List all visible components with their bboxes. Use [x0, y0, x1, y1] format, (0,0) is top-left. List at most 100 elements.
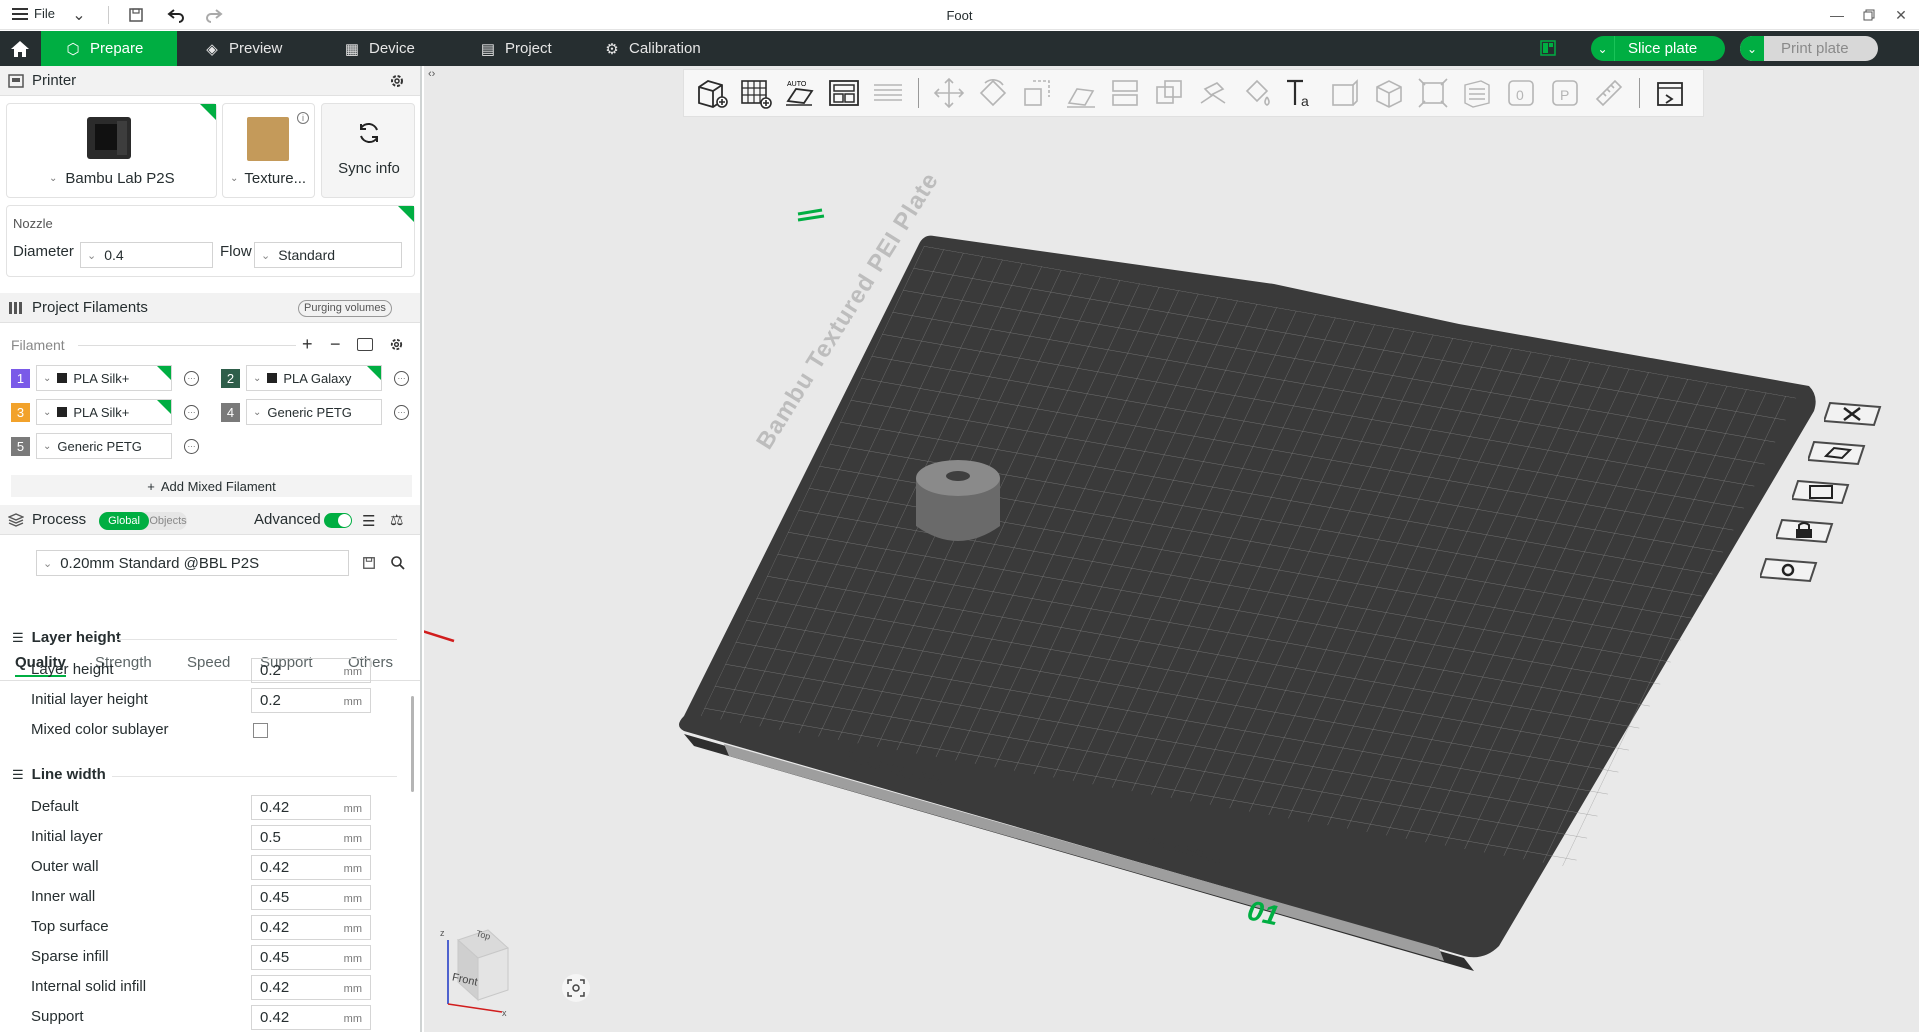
restore-icon[interactable]: [1856, 4, 1882, 26]
svg-text:a: a: [1301, 93, 1309, 109]
option-unit: mm: [343, 983, 362, 995]
option-value: 0.42: [260, 859, 290, 876]
more-options-icon[interactable]: ···: [184, 404, 199, 420]
tab-preview[interactable]: ◈ Preview: [180, 31, 306, 66]
tab-device[interactable]: ▦ Device: [320, 31, 439, 66]
chevron-down-icon[interactable]: ⌄: [1591, 36, 1615, 61]
filament-select[interactable]: ⌄ Generic PETG: [36, 433, 172, 459]
layer-height-input[interactable]: 0.2 mm: [251, 658, 371, 683]
group-title: Layer height: [31, 629, 121, 646]
top-surface-line-width-input[interactable]: 0.42 mm: [251, 915, 371, 940]
printer-card[interactable]: ⌄ Bambu Lab P2S: [6, 103, 217, 198]
objects-option[interactable]: Objects: [149, 512, 187, 530]
auto-orient-icon[interactable]: AUTO: [778, 71, 822, 115]
filament-number: 4: [221, 402, 240, 422]
more-options-icon[interactable]: ···: [394, 370, 409, 386]
purging-volumes-button[interactable]: Purging volumes: [298, 300, 392, 317]
initial-layer-height-input[interactable]: 0.2 mm: [251, 688, 371, 713]
filament-item[interactable]: 4 ⌄ Generic PETG ···: [221, 399, 409, 425]
fit-view-button[interactable]: [562, 974, 590, 1002]
gear-icon[interactable]: [389, 337, 404, 355]
outer-wall-line-width-input[interactable]: 0.42 mm: [251, 855, 371, 880]
option-value: 0.42: [260, 1009, 290, 1026]
plate-card[interactable]: i ⌄ Texture...: [222, 103, 315, 198]
chevron-down-icon: ⌄: [43, 440, 52, 452]
more-options-icon[interactable]: ···: [184, 438, 199, 454]
plate-settings-icon[interactable]: [1758, 555, 1820, 585]
sparse-infill-line-width-input[interactable]: 0.45 mm: [251, 945, 371, 970]
filament-icon: [9, 301, 22, 314]
option-value: 0.2: [260, 692, 281, 709]
save-preset-icon[interactable]: [362, 556, 376, 573]
default-line-width-input[interactable]: 0.42 mm: [251, 795, 371, 820]
add-filament-button[interactable]: +: [302, 334, 313, 355]
print-plate-button[interactable]: ⌄ Print plate: [1740, 36, 1878, 61]
inner-wall-line-width-input[interactable]: 0.45 mm: [251, 885, 371, 910]
search-icon[interactable]: [390, 555, 406, 574]
info-icon[interactable]: i: [297, 112, 309, 124]
filament-select[interactable]: ⌄ PLA Silk+: [36, 365, 172, 391]
x-axis: [424, 630, 455, 643]
plate-layout-icon[interactable]: [1540, 40, 1556, 56]
option-label: Initial layer: [31, 828, 103, 845]
home-button[interactable]: [0, 31, 40, 66]
diameter-select[interactable]: ⌄ 0.4: [80, 242, 213, 268]
chevron-down-icon[interactable]: ⌄: [1740, 36, 1764, 61]
scrollbar-thumb[interactable]: [411, 696, 414, 792]
filament-item[interactable]: 5 ⌄ Generic PETG ···: [11, 433, 199, 459]
chevron-down-icon: ⌄: [43, 372, 52, 384]
tab-prepare[interactable]: ⬡ Prepare: [41, 31, 177, 66]
internal-solid-infill-line-width-input[interactable]: 0.42 mm: [251, 975, 371, 1000]
option-label: Sparse infill: [31, 948, 109, 965]
add-mixed-filament-button[interactable]: + Add Mixed Filament: [11, 475, 412, 497]
remove-filament-button[interactable]: −: [330, 334, 341, 355]
arrange-icon[interactable]: [822, 71, 866, 115]
collapse-toolbar-icon[interactable]: [1648, 71, 1692, 115]
plate-select[interactable]: ⌄ Texture...: [230, 170, 306, 187]
orient-plate-icon[interactable]: [1806, 438, 1868, 468]
flow-select[interactable]: ⌄ Standard: [254, 242, 402, 268]
project-icon: ▤: [480, 40, 496, 58]
global-objects-toggle[interactable]: Global Objects: [99, 512, 187, 530]
text-tool-icon[interactable]: a: [1279, 71, 1323, 115]
tab-calibration[interactable]: ⚙ Calibration: [580, 31, 725, 66]
filament-item[interactable]: 1 ⌄ PLA Silk+ ···: [11, 365, 199, 391]
printer-select[interactable]: ⌄ Bambu Lab P2S: [49, 170, 175, 187]
filament-select[interactable]: ⌄ PLA Silk+: [36, 399, 172, 425]
minimize-icon[interactable]: —: [1824, 4, 1850, 26]
tab-speed[interactable]: Speed: [187, 654, 230, 671]
lock-plate-icon[interactable]: [1774, 516, 1836, 546]
filament-number: 2: [221, 368, 240, 388]
gear-icon[interactable]: [389, 73, 405, 92]
add-object-icon[interactable]: [690, 71, 734, 115]
3d-viewport[interactable]: ‹› Bambu Textured PEI Plate PLA/ABS/PETG…: [424, 66, 1919, 1032]
advanced-toggle[interactable]: [324, 513, 352, 528]
delete-plate-icon[interactable]: [1822, 399, 1884, 429]
compare-icon[interactable]: ⚖: [390, 511, 403, 529]
filament-item[interactable]: 2 ⌄ PLA Galaxy ···: [221, 365, 409, 391]
seam-paint-icon: [1323, 71, 1367, 115]
global-option[interactable]: Global: [99, 512, 149, 530]
process-preset-select[interactable]: ⌄ 0.20mm Standard @BBL P2S: [36, 550, 349, 576]
sync-filament-icon[interactable]: [357, 338, 373, 351]
filament-item[interactable]: 3 ⌄ PLA Silk+ ···: [11, 399, 199, 425]
tab-project[interactable]: ▤ Project: [456, 31, 576, 66]
slice-plate-button[interactable]: ⌄ Slice plate: [1591, 36, 1725, 61]
sync-info-button[interactable]: Sync info: [321, 103, 415, 198]
add-plate-icon[interactable]: [734, 71, 778, 115]
option-unit: mm: [343, 696, 362, 708]
list-icon[interactable]: ☰: [362, 512, 375, 530]
more-options-icon[interactable]: ···: [184, 370, 199, 386]
more-options-icon[interactable]: ···: [394, 404, 409, 420]
view-cube[interactable]: Top Front z x: [436, 918, 528, 1018]
initial-layer-line-width-input[interactable]: 0.5 mm: [251, 825, 371, 850]
support-line-width-input[interactable]: 0.42 mm: [251, 1005, 371, 1030]
build-plate-scene: Bambu Textured PEI Plate PLA/ABS/PETG HO…: [424, 168, 1816, 971]
option-label: Default: [31, 798, 79, 815]
mixed-color-sublayer-checkbox[interactable]: [253, 723, 268, 738]
arrange-plate-icon[interactable]: [1790, 477, 1852, 507]
device-icon: ▦: [344, 40, 360, 58]
filament-select[interactable]: ⌄ PLA Galaxy: [246, 365, 382, 391]
close-icon[interactable]: ✕: [1888, 4, 1914, 26]
filament-select[interactable]: ⌄ Generic PETG: [246, 399, 382, 425]
